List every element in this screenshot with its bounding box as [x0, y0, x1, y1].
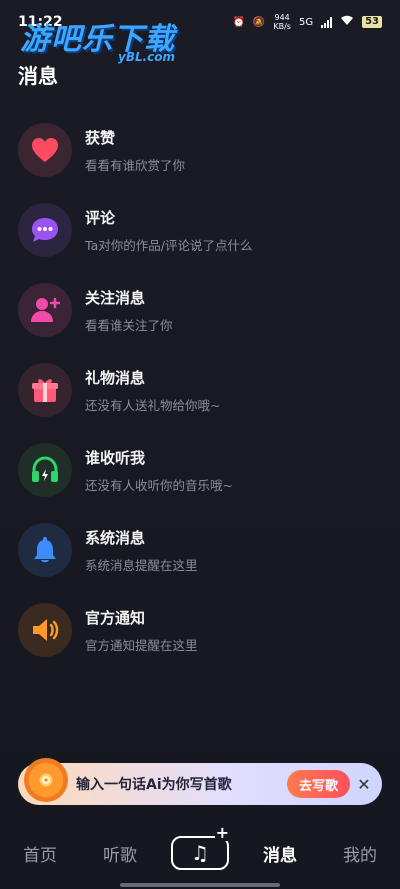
close-icon[interactable]: ✕ [350, 775, 378, 794]
person-add-icon [18, 283, 72, 337]
home-indicator[interactable] [120, 883, 280, 887]
message-title: 关注消息 [85, 288, 146, 307]
heart-icon [18, 123, 72, 177]
tab-create[interactable]: ♫ + [160, 825, 240, 870]
message-item-comments[interactable]: 评论 Ta对你的作品/评论说了点什么 [0, 190, 400, 270]
message-subtitle: 系统消息提醒在这里 [85, 557, 198, 573]
message-subtitle: Ta对你的作品/评论说了点什么 [85, 237, 253, 253]
message-title: 评论 [85, 208, 116, 227]
message-item-follows[interactable]: 关注消息 看看谁关注了你 [0, 270, 400, 350]
message-item-listeners[interactable]: 谁收听我 还没有人收听你的音乐哦~ [0, 430, 400, 510]
page-title: 消息 [18, 64, 58, 88]
bell-icon [18, 523, 72, 577]
network-type: 5G [298, 16, 314, 28]
battery-icon: 53 [362, 16, 382, 28]
create-music-button[interactable]: ♫ + [171, 825, 230, 870]
message-title: 获赞 [85, 128, 116, 147]
write-song-button[interactable]: 去写歌 [286, 770, 350, 798]
net-speed-value: 944 [274, 13, 290, 22]
signal-icon [321, 16, 333, 28]
bottom-tab-bar: 首页 听歌 ♫ + 消息 我的 [0, 825, 400, 878]
wifi-icon [340, 15, 354, 29]
message-subtitle: 还没有人收听你的音乐哦~ [85, 477, 233, 493]
message-item-official[interactable]: 官方通知 官方通知提醒在这里 [0, 590, 400, 670]
mute-icon: 🔕 [252, 16, 266, 28]
tab-listen[interactable]: 听歌 [80, 841, 160, 866]
message-title: 系统消息 [85, 528, 146, 547]
status-icons: ⏰ 🔕 944 KB/s 5G 53 [232, 13, 382, 31]
plus-icon: + [214, 823, 230, 842]
music-note-icon: ♫ [191, 841, 209, 865]
watermark-sub: yBL.com [118, 50, 176, 64]
speaker-icon [18, 603, 72, 657]
record-disc-icon [24, 758, 68, 802]
net-speed-unit: KB/s [273, 22, 291, 31]
tab-home[interactable]: 首页 [0, 841, 80, 866]
message-subtitle: 官方通知提醒在这里 [85, 637, 198, 653]
message-title: 官方通知 [85, 608, 146, 627]
message-item-gifts[interactable]: 礼物消息 还没有人送礼物给你哦~ [0, 350, 400, 430]
message-title: 礼物消息 [85, 368, 146, 387]
gift-icon [18, 363, 72, 417]
tab-mine[interactable]: 我的 [320, 841, 400, 866]
message-subtitle: 看看有谁欣赏了你 [85, 157, 186, 173]
banner-text: 输入一句话Ai为你写首歌 [76, 777, 232, 793]
message-subtitle: 看看谁关注了你 [85, 317, 173, 333]
message-item-likes[interactable]: 获赞 看看有谁欣赏了你 [0, 110, 400, 190]
net-speed: 944 KB/s [273, 13, 291, 31]
alarm-icon: ⏰ [232, 16, 245, 28]
chat-bubble-icon [18, 203, 72, 257]
message-subtitle: 还没有人送礼物给你哦~ [85, 397, 221, 413]
message-list: 获赞 看看有谁欣赏了你 评论 Ta对你的作品/评论说了点什么 关注消息 看看谁关… [0, 110, 400, 670]
ai-song-banner[interactable]: 输入一句话Ai为你写首歌 去写歌 ✕ [18, 758, 382, 805]
tab-messages[interactable]: 消息 [240, 841, 320, 866]
headphones-icon [18, 443, 72, 497]
message-item-system[interactable]: 系统消息 系统消息提醒在这里 [0, 510, 400, 590]
message-title: 谁收听我 [85, 448, 146, 467]
